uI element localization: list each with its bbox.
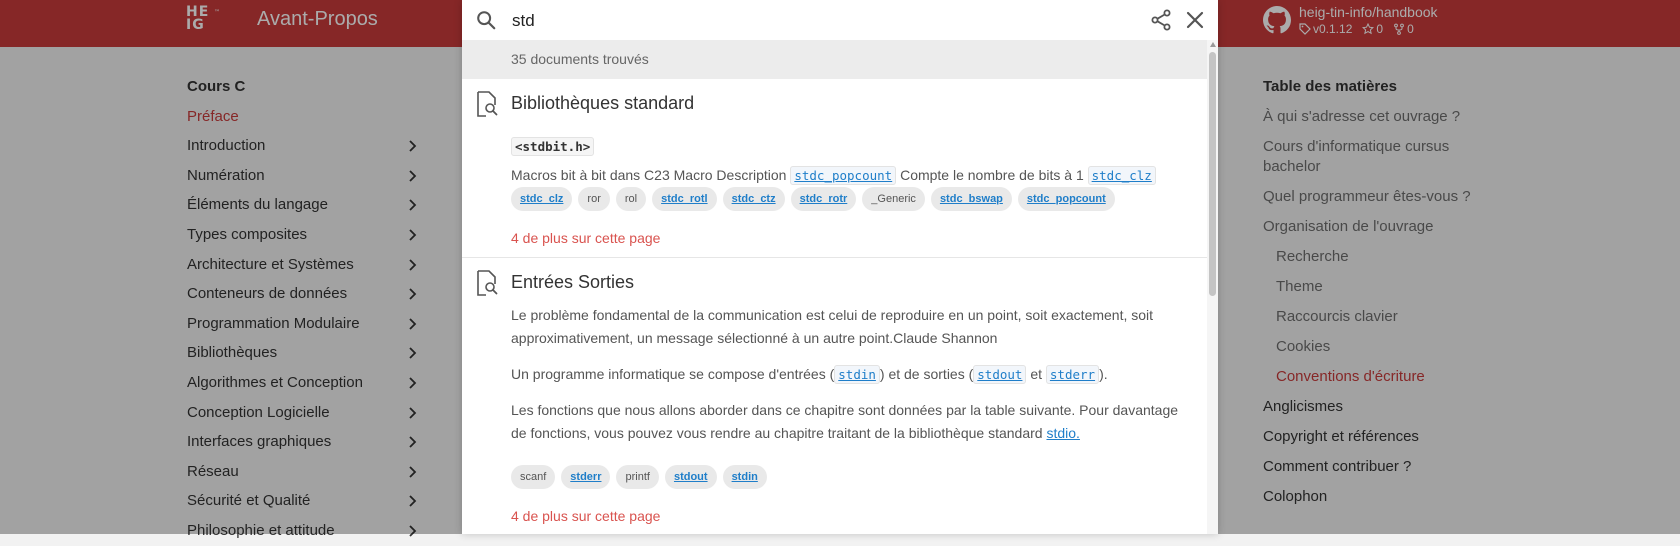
result-heading-code[interactable]: <stdbit.h> — [511, 137, 595, 156]
tag-chip[interactable]: stderr — [561, 465, 611, 489]
search-bar — [462, 0, 1218, 41]
search-results: Bibliothèques standard <stdbit.h> Macros… — [462, 79, 1207, 534]
result-snippet: Le problème fondamental de la communicat… — [511, 307, 1154, 346]
result-tags: scanf stderr printf stdout stdin — [511, 465, 767, 489]
search-result[interactable]: Bibliothèques standard <stdbit.h> Macros… — [462, 79, 1207, 257]
tag-chip[interactable]: printf — [616, 465, 659, 489]
scrollbar[interactable] — [1207, 40, 1218, 534]
result-count: 35 documents trouvés — [462, 40, 1207, 79]
result-title[interactable]: Bibliothèques standard — [511, 93, 694, 114]
tag-chip[interactable]: stdc_popcount — [1017, 187, 1115, 211]
scrollbar-thumb[interactable] — [1209, 52, 1216, 296]
tag-chip[interactable]: stdc_bswap — [930, 187, 1012, 211]
search-input[interactable] — [510, 6, 1114, 36]
more-link[interactable]: 4 de plus sur cette page — [511, 230, 660, 246]
tag-chip[interactable]: stdout — [664, 465, 717, 489]
search-result[interactable]: Entrées Sorties Le problème fondamental … — [462, 258, 1207, 534]
document-search-icon — [477, 91, 498, 117]
tag-chip[interactable]: stdc_rotr — [790, 187, 857, 211]
result-title[interactable]: Entrées Sorties — [511, 272, 634, 293]
document-search-icon — [477, 270, 498, 296]
scroll-up-arrow[interactable] — [1210, 42, 1216, 47]
search-modal: 35 documents trouvés Bibliothèques stand… — [462, 0, 1218, 534]
tag-chip[interactable]: rol — [615, 187, 647, 211]
more-link[interactable]: 4 de plus sur cette page — [511, 508, 660, 524]
result-tags: stdc_clz ror rol stdc_rotl stdc_ctz stdc_rotr… — [511, 187, 1115, 211]
tag-chip[interactable]: stdin — [722, 465, 767, 489]
result-snippet: Un programme informatique se compose d'e… — [511, 365, 1108, 384]
tag-chip[interactable]: stdc_clz — [511, 187, 573, 211]
tag-chip[interactable]: stdc_ctz — [722, 187, 785, 211]
share-icon[interactable] — [1149, 8, 1173, 32]
tag-chip[interactable]: scanf — [511, 465, 556, 489]
result-snippet: Les fonctions que nous allons aborder da… — [511, 402, 1179, 441]
result-snippet: Macros bit à bit dans C23 Macro Descript… — [511, 164, 1191, 187]
stdio-link[interactable]: stdio. — [1046, 425, 1079, 441]
close-icon[interactable] — [1183, 8, 1207, 32]
tag-chip[interactable]: stdc_rotl — [652, 187, 717, 211]
search-icon — [477, 11, 496, 30]
tag-chip[interactable]: ror — [578, 187, 610, 211]
tag-chip[interactable]: _Generic — [862, 187, 925, 211]
